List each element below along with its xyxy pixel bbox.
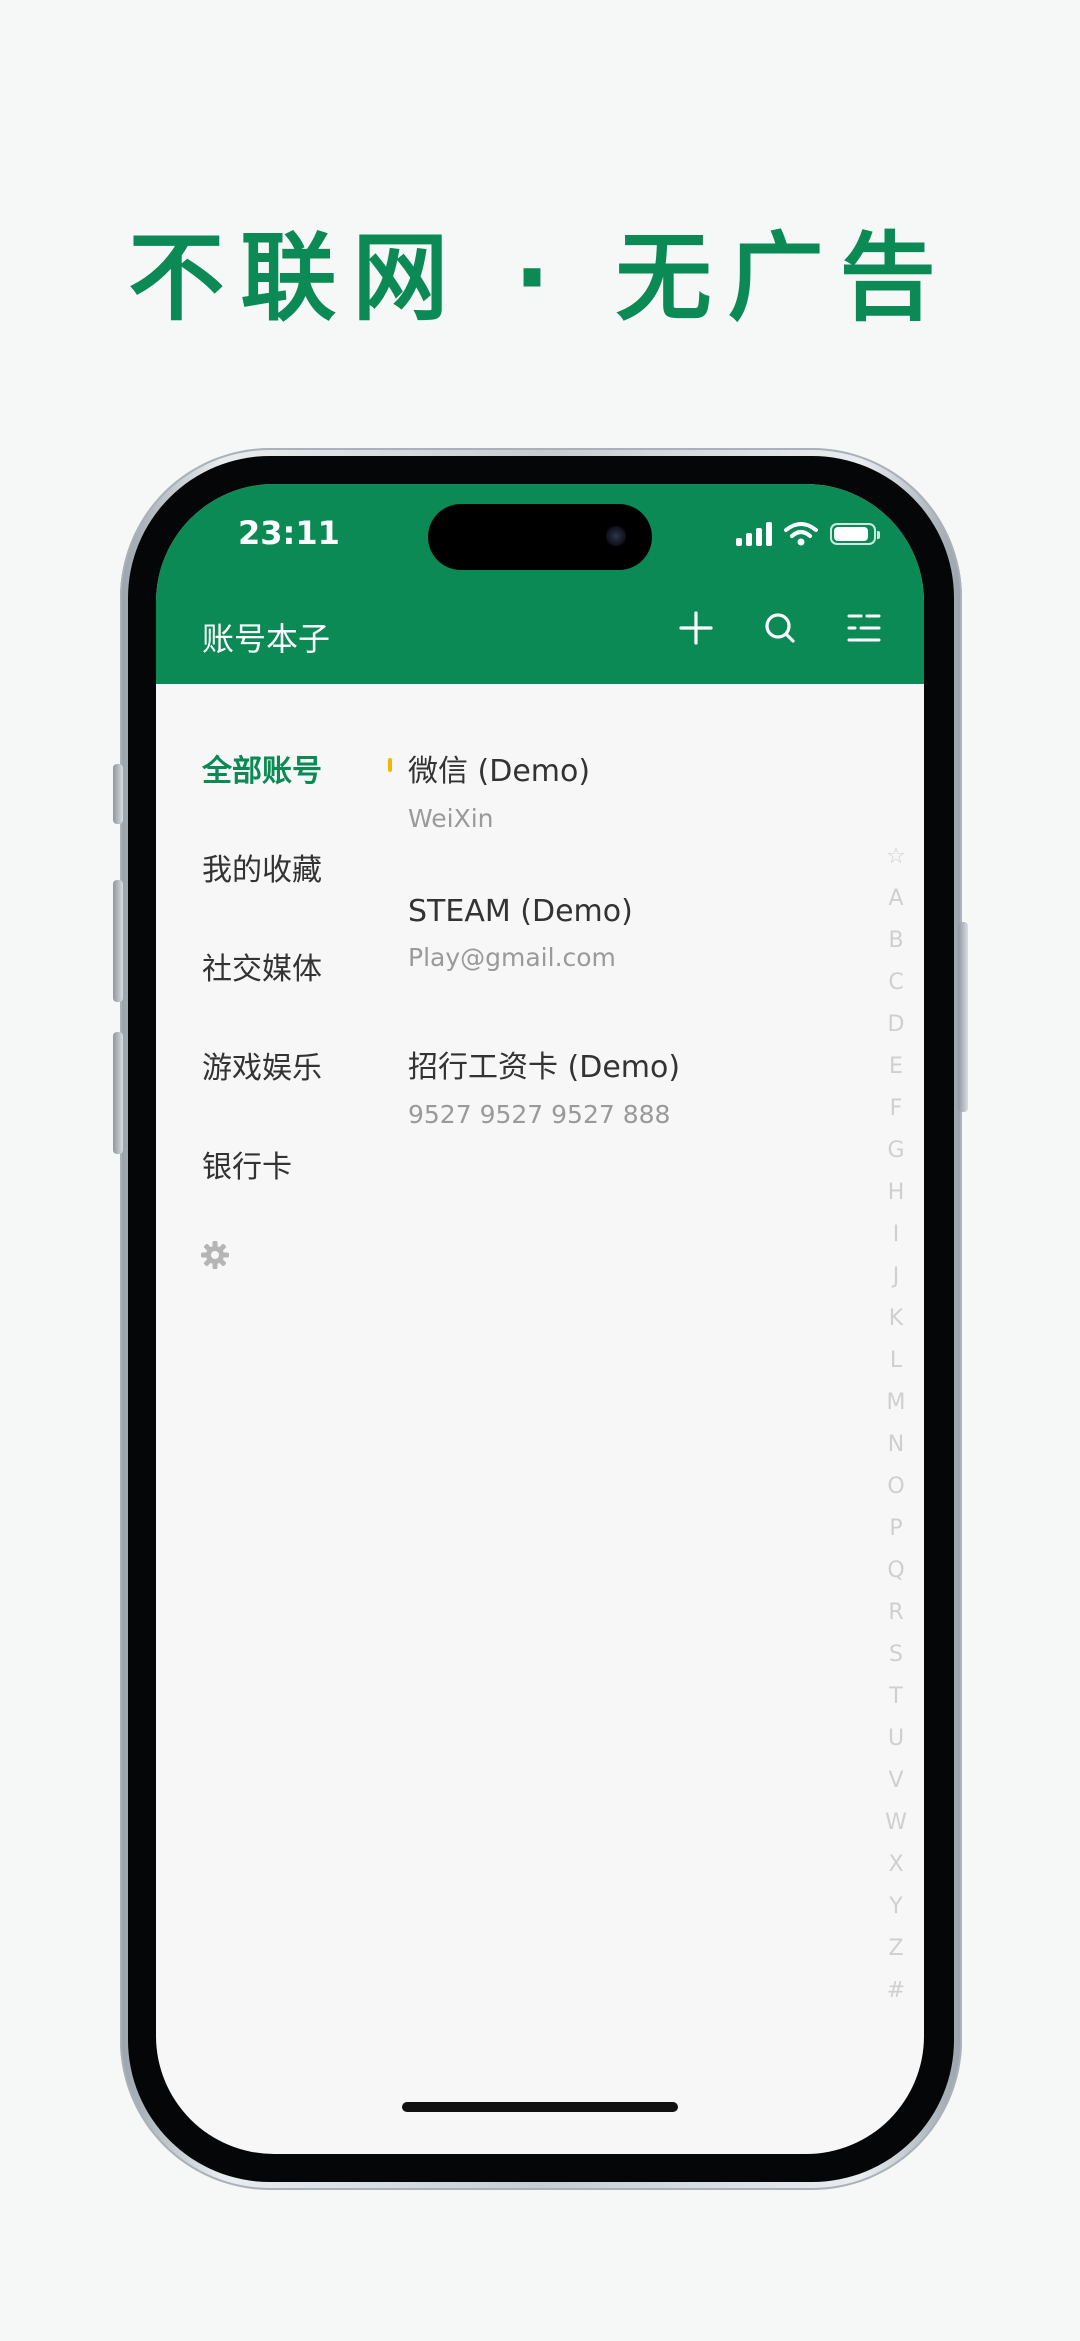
category-social-media[interactable]: 社交媒体 xyxy=(202,944,322,1043)
gear-icon xyxy=(201,1241,229,1269)
cellular-signal-icon xyxy=(736,522,772,546)
add-icon xyxy=(679,611,713,645)
account-name: 微信 (Demo) xyxy=(408,754,591,789)
index-letter[interactable]: S xyxy=(878,1634,914,1676)
promo-headline: 不联网 · 无广告 xyxy=(128,222,952,334)
index-letter[interactable]: J xyxy=(878,1256,914,1298)
phone-action-button xyxy=(113,764,123,824)
account-list: 微信 (Demo) WeiXin STEAM (Demo) Play@gmail… xyxy=(388,746,680,1190)
home-indicator[interactable] xyxy=(402,2102,678,2112)
index-letter[interactable]: ☆ xyxy=(878,836,914,878)
app-header: 23:11 账号本子 xyxy=(156,484,924,684)
index-letter[interactable]: M xyxy=(878,1382,914,1424)
index-letter[interactable]: B xyxy=(878,920,914,962)
category-list: 全部账号 我的收藏 社交媒体 游戏娱乐 银行卡 xyxy=(202,746,322,1241)
index-letter[interactable]: V xyxy=(878,1760,914,1802)
index-letter[interactable]: R xyxy=(878,1592,914,1634)
index-letter[interactable]: H xyxy=(878,1172,914,1214)
index-letter[interactable]: I xyxy=(878,1214,914,1256)
account-name: 招行工资卡 (Demo) xyxy=(408,1050,681,1085)
account-entry[interactable]: STEAM (Demo) Play@gmail.com xyxy=(408,894,680,1042)
search-button[interactable] xyxy=(760,608,800,648)
add-button[interactable] xyxy=(676,608,716,648)
category-bank-cards[interactable]: 银行卡 xyxy=(202,1142,322,1241)
index-letter[interactable]: W xyxy=(878,1802,914,1844)
status-icons xyxy=(736,518,880,550)
index-letter[interactable]: E xyxy=(878,1046,914,1088)
account-name: STEAM (Demo) xyxy=(408,894,633,929)
header-actions xyxy=(676,608,884,648)
index-letter[interactable]: # xyxy=(878,1970,914,2012)
front-camera-icon xyxy=(606,526,626,546)
category-favorites[interactable]: 我的收藏 xyxy=(202,845,322,944)
phone-screen: 23:11 账号本子 全部账号 我的收藏 社交媒体 游戏娱乐 银行卡 微信 (D… xyxy=(156,484,924,2154)
search-icon xyxy=(765,613,795,643)
account-username: WeiXin xyxy=(408,804,494,833)
index-letter[interactable]: Z xyxy=(878,1928,914,1970)
index-letter[interactable]: Q xyxy=(878,1550,914,1592)
alphabet-index[interactable]: ☆ A B C D E F G H I J K L M N O P Q R S T U V W X Y Z # xyxy=(878,836,914,2012)
battery-icon xyxy=(830,523,880,545)
status-time: 23:11 xyxy=(238,514,340,552)
index-letter[interactable]: P xyxy=(878,1508,914,1550)
account-entry[interactable]: 微信 (Demo) WeiXin xyxy=(388,746,680,894)
index-letter[interactable]: Y xyxy=(878,1886,914,1928)
index-letter[interactable]: A xyxy=(878,878,914,920)
index-letter[interactable]: U xyxy=(878,1718,914,1760)
phone-volume-down-button xyxy=(113,1032,123,1154)
account-username: 9527 9527 9527 888 xyxy=(408,1100,671,1129)
index-letter[interactable]: G xyxy=(878,1130,914,1172)
index-letter[interactable]: N xyxy=(878,1424,914,1466)
app-title: 账号本子 xyxy=(202,620,331,658)
favorite-marker xyxy=(388,758,392,772)
account-entry[interactable]: 招行工资卡 (Demo) 9527 9527 9527 888 xyxy=(408,1042,680,1190)
index-letter[interactable]: C xyxy=(878,962,914,1004)
index-letter[interactable]: D xyxy=(878,1004,914,1046)
index-letter[interactable]: L xyxy=(878,1340,914,1382)
phone-volume-up-button xyxy=(113,880,123,1002)
category-games[interactable]: 游戏娱乐 xyxy=(202,1043,322,1142)
index-letter[interactable]: X xyxy=(878,1844,914,1886)
list-menu-icon xyxy=(847,614,881,642)
menu-button[interactable] xyxy=(844,608,884,648)
index-letter[interactable]: T xyxy=(878,1676,914,1718)
index-letter[interactable]: K xyxy=(878,1298,914,1340)
wifi-icon xyxy=(784,522,818,546)
index-letter[interactable]: F xyxy=(878,1088,914,1130)
dynamic-island xyxy=(428,504,652,570)
index-letter[interactable]: O xyxy=(878,1466,914,1508)
category-all-accounts[interactable]: 全部账号 xyxy=(202,746,322,845)
phone-power-button xyxy=(958,922,968,1112)
account-username: Play@gmail.com xyxy=(408,943,616,972)
settings-button[interactable] xyxy=(200,1240,230,1270)
